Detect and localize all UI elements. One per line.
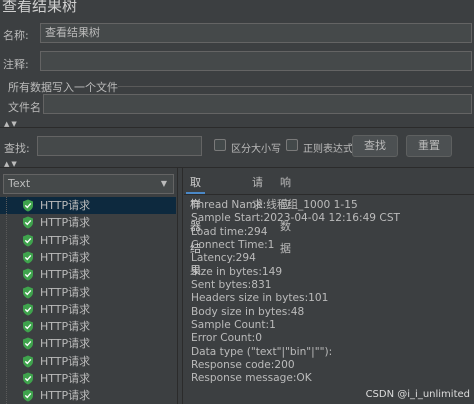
tree-item-label: HTTP请求 [40, 302, 91, 316]
tree-connector [6, 231, 20, 249]
success-shield-icon [23, 372, 33, 385]
comment-label: 注释: [3, 58, 29, 71]
tree-item[interactable]: HTTP请求 [0, 283, 176, 301]
filename-label: 文件名 [8, 101, 41, 114]
tree-item-label: HTTP请求 [40, 372, 91, 385]
success-shield-icon [23, 199, 33, 212]
result-line: Headers size in bytes:101 [191, 292, 329, 305]
tree-item[interactable]: HTTP请求 [0, 318, 176, 336]
result-line: Error Count:0 [191, 332, 262, 345]
tree-item[interactable]: HTTP请求 [0, 266, 176, 284]
success-shield-icon [23, 320, 33, 333]
result-line: Connect Time:1 [191, 239, 275, 252]
success-shield-icon [23, 268, 33, 281]
search-label: 查找: [4, 142, 30, 155]
tree-connector [6, 248, 20, 266]
reset-button[interactable]: 重置 [406, 135, 452, 157]
result-line: Sample Start:2023-04-04 12:16:49 CST [191, 212, 401, 225]
tree-connector [6, 318, 20, 336]
success-shield-icon [23, 389, 33, 402]
tree-connector [6, 387, 20, 404]
success-shield-icon [23, 286, 33, 298]
tree-connector [6, 197, 20, 214]
tree-item[interactable]: HTTP请求 [0, 248, 176, 266]
tab-sampler-result[interactable]: 取样器结果 [186, 172, 205, 277]
tree-item-label: HTTP请求 [40, 354, 91, 368]
tree-item[interactable]: HTTP请求 [0, 231, 176, 249]
success-shield-icon [23, 216, 33, 229]
success-shield-icon [23, 303, 33, 316]
tree-item-label: HTTP请求 [40, 233, 91, 247]
tree-item[interactable]: HTTP请求 [0, 197, 176, 214]
success-shield-icon [23, 355, 33, 368]
result-line: Data type ("text"|"bin"|""): [191, 345, 333, 358]
result-line: Size in bytes:149 [191, 265, 283, 278]
section-divider [118, 86, 472, 87]
tree-item-label: HTTP请求 [40, 268, 91, 282]
tree-item-label: HTTP请求 [40, 389, 91, 403]
search-input[interactable] [37, 136, 202, 156]
success-shield-icon [23, 234, 33, 247]
result-line: Sample Count:1 [191, 319, 276, 332]
chevron-down-icon: ▼ [160, 179, 167, 188]
case-sensitive-checkbox[interactable] [214, 139, 226, 151]
result-line: Response code:200 [191, 359, 295, 372]
splitter [0, 127, 474, 128]
tree-connector [6, 300, 20, 318]
tree-item-label: HTTP请求 [40, 337, 91, 351]
renderer-select[interactable]: Text ▼ [3, 174, 174, 194]
case-sensitive-label: 区分大小写 [231, 144, 281, 155]
regex-label: 正则表达式 [303, 144, 353, 155]
tab-response-data[interactable]: 响应数据 [276, 172, 295, 255]
tree-connector [6, 283, 20, 301]
sampler-result-text: Thread Name:线程组_1000 1-15 Sample Start:20… [191, 199, 400, 386]
results-tree[interactable]: HTTP请求 HTTP请求 HTTP请求 HTTP请求 HTTP请求 HTTP请求 HTTP… [0, 195, 176, 404]
file-section-title: 所有数据写入一个文件 [8, 81, 118, 94]
tree-item[interactable]: HTTP请求 [0, 300, 176, 318]
tree-item-label: HTTP请求 [40, 285, 91, 299]
result-line: Response message:OK [191, 372, 312, 385]
result-line: Load time:294 [191, 225, 268, 238]
success-shield-icon [23, 251, 33, 264]
name-label: 名称: [3, 29, 29, 42]
regex-checkbox[interactable] [286, 139, 298, 151]
comment-input[interactable] [40, 51, 472, 71]
name-input[interactable]: 查看结果树 [40, 23, 472, 43]
find-button[interactable]: 查找 [352, 135, 398, 157]
tree-connector [6, 214, 20, 232]
renderer-selected-value: Text [8, 177, 31, 190]
tree-item-label: HTTP请求 [40, 320, 91, 334]
tree-item[interactable]: HTTP请求 [0, 352, 176, 370]
tree-item[interactable]: HTTP请求 [0, 214, 176, 232]
filename-input[interactable] [43, 94, 472, 114]
tree-item-label: HTTP请求 [40, 250, 91, 264]
tree-item-label: HTTP请求 [40, 216, 91, 230]
vertical-splitter[interactable] [177, 168, 183, 404]
tree-item[interactable]: HTTP请求 [0, 370, 176, 387]
watermark: CSDN @i_i_unlimited [365, 389, 470, 400]
tree-connector [6, 352, 20, 370]
tree-item[interactable]: HTTP请求 [0, 387, 176, 404]
tab-divider [184, 194, 474, 195]
tab-request[interactable]: 请求 [248, 172, 267, 211]
window-title: 查看结果树 [2, 0, 78, 15]
tree-connector [6, 266, 20, 284]
result-line: Sent bytes:831 [191, 279, 272, 292]
tree-item-label: HTTP请求 [40, 199, 91, 212]
tree-item[interactable]: HTTP请求 [0, 335, 176, 353]
result-line: Latency:294 [191, 252, 256, 265]
result-line: Body size in bytes:48 [191, 305, 305, 318]
success-shield-icon [23, 337, 33, 350]
tree-connector [6, 335, 20, 353]
splitter-2 [0, 167, 474, 168]
result-line: Thread Name:线程组_1000 1-15 [191, 199, 358, 211]
tree-connector [6, 370, 20, 387]
